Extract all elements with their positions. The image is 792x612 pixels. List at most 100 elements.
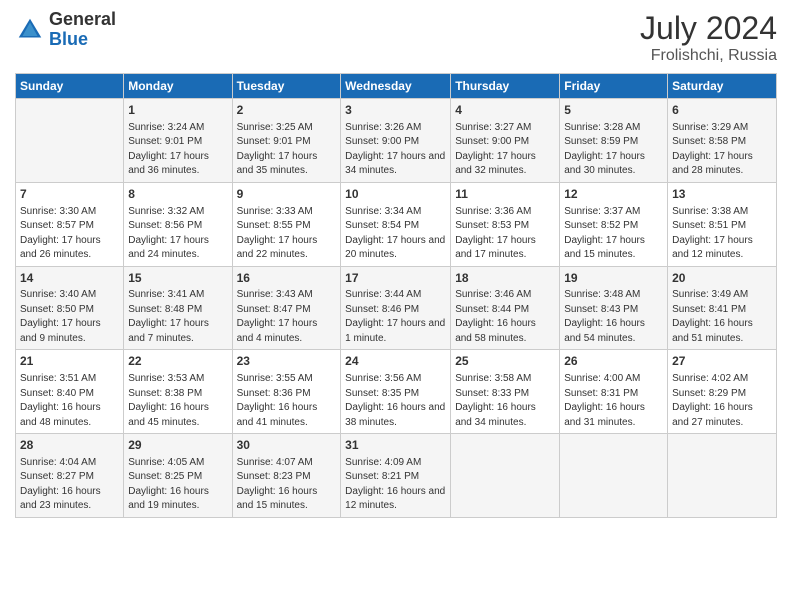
header-sunday: Sunday — [16, 74, 124, 99]
cell-content: Sunrise: 3:29 AMSunset: 8:58 PMDaylight:… — [672, 121, 772, 179]
calendar-cell: 28 Sunrise: 4:04 AMSunset: 8:27 PMDayligh… — [16, 434, 124, 518]
cell-content: Sunrise: 3:36 AMSunset: 8:53 PMDaylight:… — [455, 205, 555, 263]
logo-text: General Blue — [49, 10, 116, 50]
day-number: 4 — [455, 102, 555, 119]
calendar-cell — [451, 434, 560, 518]
calendar-cell: 11 Sunrise: 3:36 AMSunset: 8:53 PMDayligh… — [451, 182, 560, 266]
calendar-cell: 9 Sunrise: 3:33 AMSunset: 8:55 PMDaylight… — [232, 182, 341, 266]
calendar-table: Sunday Monday Tuesday Wednesday Thursday… — [15, 73, 777, 518]
cell-content: Sunrise: 3:40 AMSunset: 8:50 PMDaylight:… — [20, 288, 119, 346]
day-number: 9 — [237, 186, 337, 203]
day-number: 19 — [564, 270, 663, 287]
cell-content: Sunrise: 4:00 AMSunset: 8:31 PMDaylight:… — [564, 372, 663, 430]
day-number: 31 — [345, 437, 446, 454]
header-saturday: Saturday — [668, 74, 777, 99]
cell-content: Sunrise: 3:37 AMSunset: 8:52 PMDaylight:… — [564, 205, 663, 263]
header-row: Sunday Monday Tuesday Wednesday Thursday… — [16, 74, 777, 99]
cell-content: Sunrise: 3:28 AMSunset: 8:59 PMDaylight:… — [564, 121, 663, 179]
day-number: 24 — [345, 353, 446, 370]
calendar-cell: 16Sunrise: 3:43 AMSunset: 8:47 PMDayligh… — [232, 266, 341, 350]
cell-content: Sunrise: 4:07 AMSunset: 8:23 PMDaylight:… — [237, 456, 337, 514]
day-number: 25 — [455, 353, 555, 370]
day-number: 15 — [128, 270, 227, 287]
cell-content: Sunrise: 4:05 AMSunset: 8:25 PMDaylight:… — [128, 456, 227, 514]
cell-content: Sunrise: 3:53 AMSunset: 8:38 PMDaylight:… — [128, 372, 227, 430]
cell-content: Sunrise: 3:38 AMSunset: 8:51 PMDaylight:… — [672, 205, 772, 263]
calendar-week-row: 7 Sunrise: 3:30 AMSunset: 8:57 PMDaylight… — [16, 182, 777, 266]
calendar-cell: 6 Sunrise: 3:29 AMSunset: 8:58 PMDaylight… — [668, 99, 777, 183]
cell-content: Sunrise: 3:56 AMSunset: 8:35 PMDaylight:… — [345, 372, 446, 430]
day-number: 26 — [564, 353, 663, 370]
calendar-week-row: 1Sunrise: 3:24 AMSunset: 9:01 PMDaylight… — [16, 99, 777, 183]
cell-content: Sunrise: 3:43 AMSunset: 8:47 PMDaylight:… — [237, 288, 337, 346]
calendar-cell: 2 Sunrise: 3:25 AMSunset: 9:01 PMDaylight… — [232, 99, 341, 183]
calendar-cell: 24 Sunrise: 3:56 AMSunset: 8:35 PMDayligh… — [341, 350, 451, 434]
month-title: July 2024 — [640, 10, 777, 47]
calendar-cell: 23Sunrise: 3:55 AMSunset: 8:36 PMDayligh… — [232, 350, 341, 434]
cell-content: Sunrise: 3:32 AMSunset: 8:56 PMDaylight:… — [128, 205, 227, 263]
calendar-cell: 22 Sunrise: 3:53 AMSunset: 8:38 PMDayligh… — [124, 350, 232, 434]
calendar-week-row: 28 Sunrise: 4:04 AMSunset: 8:27 PMDayligh… — [16, 434, 777, 518]
cell-content: Sunrise: 3:55 AMSunset: 8:36 PMDaylight:… — [237, 372, 337, 430]
day-number: 6 — [672, 102, 772, 119]
header: General Blue July 2024 Frolishchi, Russi… — [15, 10, 777, 65]
calendar-cell: 10Sunrise: 3:34 AMSunset: 8:54 PMDayligh… — [341, 182, 451, 266]
cell-content: Sunrise: 3:41 AMSunset: 8:48 PMDaylight:… — [128, 288, 227, 346]
calendar-cell: 7 Sunrise: 3:30 AMSunset: 8:57 PMDaylight… — [16, 182, 124, 266]
day-number: 17 — [345, 270, 446, 287]
header-tuesday: Tuesday — [232, 74, 341, 99]
calendar-week-row: 14Sunrise: 3:40 AMSunset: 8:50 PMDayligh… — [16, 266, 777, 350]
day-number: 18 — [455, 270, 555, 287]
calendar-cell: 17Sunrise: 3:44 AMSunset: 8:46 PMDayligh… — [341, 266, 451, 350]
day-number: 20 — [672, 270, 772, 287]
day-number: 22 — [128, 353, 227, 370]
cell-content: Sunrise: 3:30 AMSunset: 8:57 PMDaylight:… — [20, 205, 119, 263]
logo: General Blue — [15, 10, 116, 50]
cell-content: Sunrise: 3:58 AMSunset: 8:33 PMDaylight:… — [455, 372, 555, 430]
cell-content: Sunrise: 3:26 AMSunset: 9:00 PMDaylight:… — [345, 121, 446, 179]
day-number: 3 — [345, 102, 446, 119]
calendar-cell — [668, 434, 777, 518]
calendar-cell: 5 Sunrise: 3:28 AMSunset: 8:59 PMDaylight… — [560, 99, 668, 183]
calendar-cell: 25 Sunrise: 3:58 AMSunset: 8:33 PMDayligh… — [451, 350, 560, 434]
day-number: 30 — [237, 437, 337, 454]
cell-content: Sunrise: 3:25 AMSunset: 9:01 PMDaylight:… — [237, 121, 337, 179]
calendar-cell — [560, 434, 668, 518]
header-thursday: Thursday — [451, 74, 560, 99]
day-number: 11 — [455, 186, 555, 203]
cell-content: Sunrise: 3:24 AMSunset: 9:01 PMDaylight:… — [128, 121, 227, 179]
day-number: 8 — [128, 186, 227, 203]
calendar-cell: 3 Sunrise: 3:26 AMSunset: 9:00 PMDaylight… — [341, 99, 451, 183]
calendar-cell: 21 Sunrise: 3:51 AMSunset: 8:40 PMDayligh… — [16, 350, 124, 434]
day-number: 12 — [564, 186, 663, 203]
day-number: 7 — [20, 186, 119, 203]
calendar-cell: 26 Sunrise: 4:00 AMSunset: 8:31 PMDayligh… — [560, 350, 668, 434]
calendar-cell: 12 Sunrise: 3:37 AMSunset: 8:52 PMDayligh… — [560, 182, 668, 266]
calendar-cell: 27Sunrise: 4:02 AMSunset: 8:29 PMDayligh… — [668, 350, 777, 434]
cell-content: Sunrise: 3:33 AMSunset: 8:55 PMDaylight:… — [237, 205, 337, 263]
day-number: 21 — [20, 353, 119, 370]
calendar-cell: 20Sunrise: 3:49 AMSunset: 8:41 PMDayligh… — [668, 266, 777, 350]
cell-content: Sunrise: 3:48 AMSunset: 8:43 PMDaylight:… — [564, 288, 663, 346]
day-number: 10 — [345, 186, 446, 203]
calendar-cell: 13Sunrise: 3:38 AMSunset: 8:51 PMDayligh… — [668, 182, 777, 266]
calendar-header: Sunday Monday Tuesday Wednesday Thursday… — [16, 74, 777, 99]
title-section: July 2024 Frolishchi, Russia — [640, 10, 777, 65]
page-container: General Blue July 2024 Frolishchi, Russi… — [0, 0, 792, 528]
calendar-cell — [16, 99, 124, 183]
cell-content: Sunrise: 4:04 AMSunset: 8:27 PMDaylight:… — [20, 456, 119, 514]
day-number: 5 — [564, 102, 663, 119]
day-number: 14 — [20, 270, 119, 287]
day-number: 2 — [237, 102, 337, 119]
calendar-cell: 29Sunrise: 4:05 AMSunset: 8:25 PMDayligh… — [124, 434, 232, 518]
header-wednesday: Wednesday — [341, 74, 451, 99]
calendar-week-row: 21 Sunrise: 3:51 AMSunset: 8:40 PMDayligh… — [16, 350, 777, 434]
header-monday: Monday — [124, 74, 232, 99]
cell-content: Sunrise: 3:51 AMSunset: 8:40 PMDaylight:… — [20, 372, 119, 430]
day-number: 27 — [672, 353, 772, 370]
calendar-cell: 30 Sunrise: 4:07 AMSunset: 8:23 PMDayligh… — [232, 434, 341, 518]
calendar-cell: 18Sunrise: 3:46 AMSunset: 8:44 PMDayligh… — [451, 266, 560, 350]
day-number: 28 — [20, 437, 119, 454]
calendar-body: 1Sunrise: 3:24 AMSunset: 9:01 PMDaylight… — [16, 99, 777, 518]
logo-general-text: General — [49, 10, 116, 30]
